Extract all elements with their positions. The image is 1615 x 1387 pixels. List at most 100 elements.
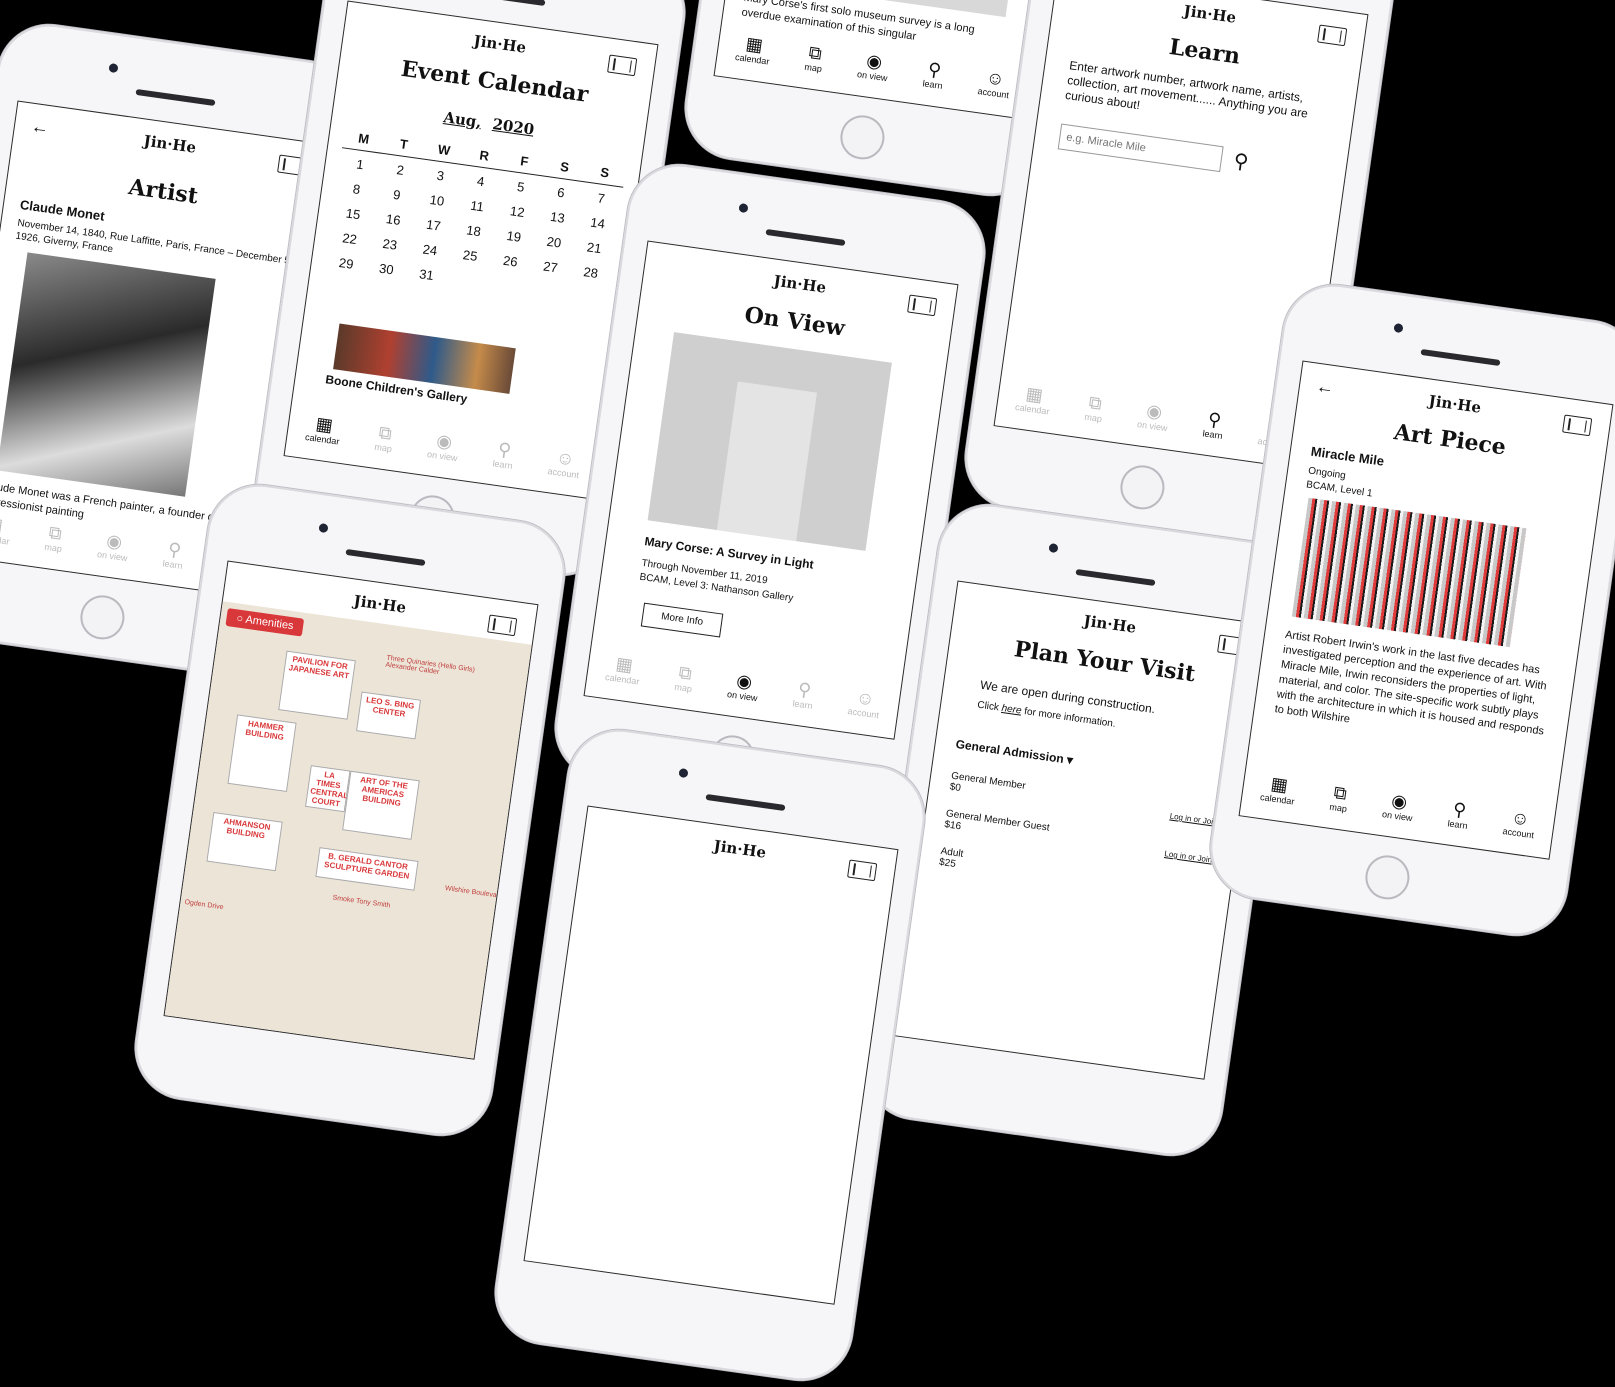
home-button[interactable] (837, 112, 888, 163)
here-link[interactable]: here (1001, 703, 1022, 717)
map-building[interactable]: LEO S. BING CENTER (356, 691, 422, 740)
map-icon: ⧉ (47, 522, 64, 544)
nav-on-view[interactable]: ◉ on view (1136, 399, 1170, 433)
more-info-button[interactable]: More Info (640, 602, 724, 638)
nav-on-view[interactable]: ◉ on view (96, 529, 130, 563)
nav-map[interactable]: ⧉ map (374, 422, 396, 454)
nav-on-view[interactable]: ◉ on view (426, 429, 460, 463)
calendar-day[interactable]: 26 (489, 251, 531, 271)
calendar-day[interactable]: 23 (369, 234, 411, 255)
nav-calendar[interactable]: ▦ calendar (1259, 772, 1297, 806)
calendar-day[interactable]: 8 (336, 179, 378, 199)
phone-bottom-partial: Jin·He (488, 722, 932, 1387)
nav-map[interactable]: ⧉ map (674, 662, 696, 694)
nav-learn[interactable]: ⚲ learn (1202, 408, 1226, 441)
ticket-icon[interactable] (487, 614, 518, 637)
map-building[interactable]: B. GERALD CANTOR SCULPTURE GARDEN (315, 847, 419, 891)
nav-calendar[interactable]: ▦ calendar (0, 512, 13, 546)
art-description: Artist Robert Irwin's work in the last f… (1273, 628, 1548, 738)
nav-calendar[interactable]: ▦ calendar (604, 652, 642, 686)
nav-calendar[interactable]: ▦ calendar (734, 32, 772, 66)
nav-label: account (976, 86, 1010, 101)
nav-account[interactable]: ☺account (977, 66, 1012, 100)
nav-map[interactable]: ⧉ map (1329, 782, 1351, 814)
artist-portrait (0, 252, 216, 497)
calendar-day[interactable]: 28 (570, 262, 612, 283)
ticket-icon[interactable] (907, 294, 938, 317)
ticket-icon[interactable] (607, 54, 638, 77)
map-label: Wilshire Boulevard (444, 885, 504, 901)
map-building[interactable]: LA TIMES CENTRAL COURT (305, 765, 351, 813)
map-building[interactable]: ART OF THE AMERICAS BUILDING (342, 770, 420, 840)
nav-learn[interactable]: ⚲ learn (1446, 798, 1471, 831)
home-button[interactable] (77, 592, 128, 643)
nav-account[interactable]: ☺account (1502, 806, 1537, 840)
calendar-day[interactable]: 11 (456, 196, 498, 217)
calendar-day[interactable]: 31 (405, 264, 447, 284)
calendar-day[interactable]: 12 (496, 201, 538, 221)
nav-on-view[interactable]: ◉ on view (1381, 789, 1415, 823)
calendar-day[interactable]: 1 (339, 154, 381, 174)
calendar-day[interactable]: 19 (493, 226, 535, 246)
search-icon[interactable]: ⚲ (1232, 148, 1250, 175)
nav-calendar[interactable]: ▦ calendar (304, 412, 342, 446)
calendar-day[interactable]: 27 (529, 257, 571, 278)
year-label[interactable]: 2020 (491, 115, 535, 139)
admission-dropdown[interactable]: General Admission ▾ (955, 737, 1074, 768)
nav-learn[interactable]: ⚲ learn (922, 58, 946, 91)
calendar-day[interactable]: 15 (332, 204, 374, 224)
nav-learn[interactable]: ⚲ learn (492, 438, 516, 471)
map-building[interactable]: PAVILION FOR JAPANESE ART (278, 650, 356, 720)
nav-label: learn (1446, 818, 1469, 831)
weekday-label: M (357, 130, 371, 147)
exhibit-photo[interactable] (647, 332, 892, 551)
calendar-day[interactable]: 13 (536, 207, 578, 228)
nav-map[interactable]: ⧉ map (44, 522, 66, 554)
calendar-day[interactable]: 16 (372, 209, 414, 230)
nav-on-view[interactable]: ◉ on view (726, 669, 760, 703)
calendar-icon: ▦ (0, 513, 5, 536)
amenities-toggle[interactable]: ○ Amenities (225, 608, 305, 637)
camera (678, 767, 689, 779)
calendar-day[interactable]: 9 (376, 185, 418, 206)
nav-label: on view (96, 549, 129, 564)
home-button[interactable] (1117, 462, 1168, 513)
calendar-day[interactable]: 7 (580, 188, 622, 209)
calendar-day[interactable]: 17 (412, 215, 454, 235)
nav-map[interactable]: ⧉ map (1084, 392, 1106, 424)
nav-label: map (1083, 411, 1103, 425)
nav-on-view[interactable]: ◉ on view (856, 49, 890, 83)
nav-learn[interactable]: ⚲ learn (792, 678, 816, 711)
nav-learn[interactable]: ⚲ learn (162, 538, 186, 571)
calendar-day[interactable]: 14 (577, 213, 619, 234)
search-input[interactable] (1057, 123, 1224, 173)
nav-calendar[interactable]: ▦ calendar (1014, 382, 1052, 416)
ticket-icon[interactable] (1562, 414, 1593, 437)
nav-account[interactable]: ☺account (547, 446, 582, 480)
month-label[interactable]: Aug, (442, 108, 482, 131)
calendar-day[interactable]: 25 (449, 245, 491, 266)
calendar-day[interactable]: 24 (409, 240, 451, 260)
calendar-day[interactable]: 21 (573, 238, 615, 259)
amenities-label: Amenities (244, 613, 295, 633)
home-button[interactable] (1362, 852, 1413, 903)
nav-account[interactable]: ☺account (847, 686, 882, 720)
calendar-day[interactable]: 6 (540, 182, 582, 203)
calendar-day[interactable]: 4 (460, 171, 502, 192)
calendar-day[interactable]: 20 (533, 232, 575, 253)
ticket-icon[interactable] (1317, 24, 1348, 47)
calendar-day[interactable]: 3 (419, 165, 461, 185)
calendar-day[interactable]: 22 (329, 228, 371, 248)
calendar-day[interactable]: 2 (379, 160, 421, 181)
map-building[interactable]: AHMANSON BUILDING (206, 812, 283, 872)
calendar-day[interactable]: 30 (365, 259, 407, 280)
calendar-day[interactable]: 10 (416, 190, 458, 210)
museum-map[interactable]: ○ Amenities PAVILION FOR JAPANESE ART LEO… (164, 601, 532, 1059)
calendar-day[interactable]: 29 (325, 253, 367, 273)
calendar-day[interactable]: 5 (500, 177, 542, 197)
calendar-day[interactable]: 18 (453, 221, 495, 242)
weekday-label: R (478, 147, 490, 164)
ticket-icon[interactable] (847, 859, 878, 882)
map-building[interactable]: HAMMER BUILDING (227, 714, 297, 793)
nav-map[interactable]: ⧉ map (804, 42, 826, 74)
